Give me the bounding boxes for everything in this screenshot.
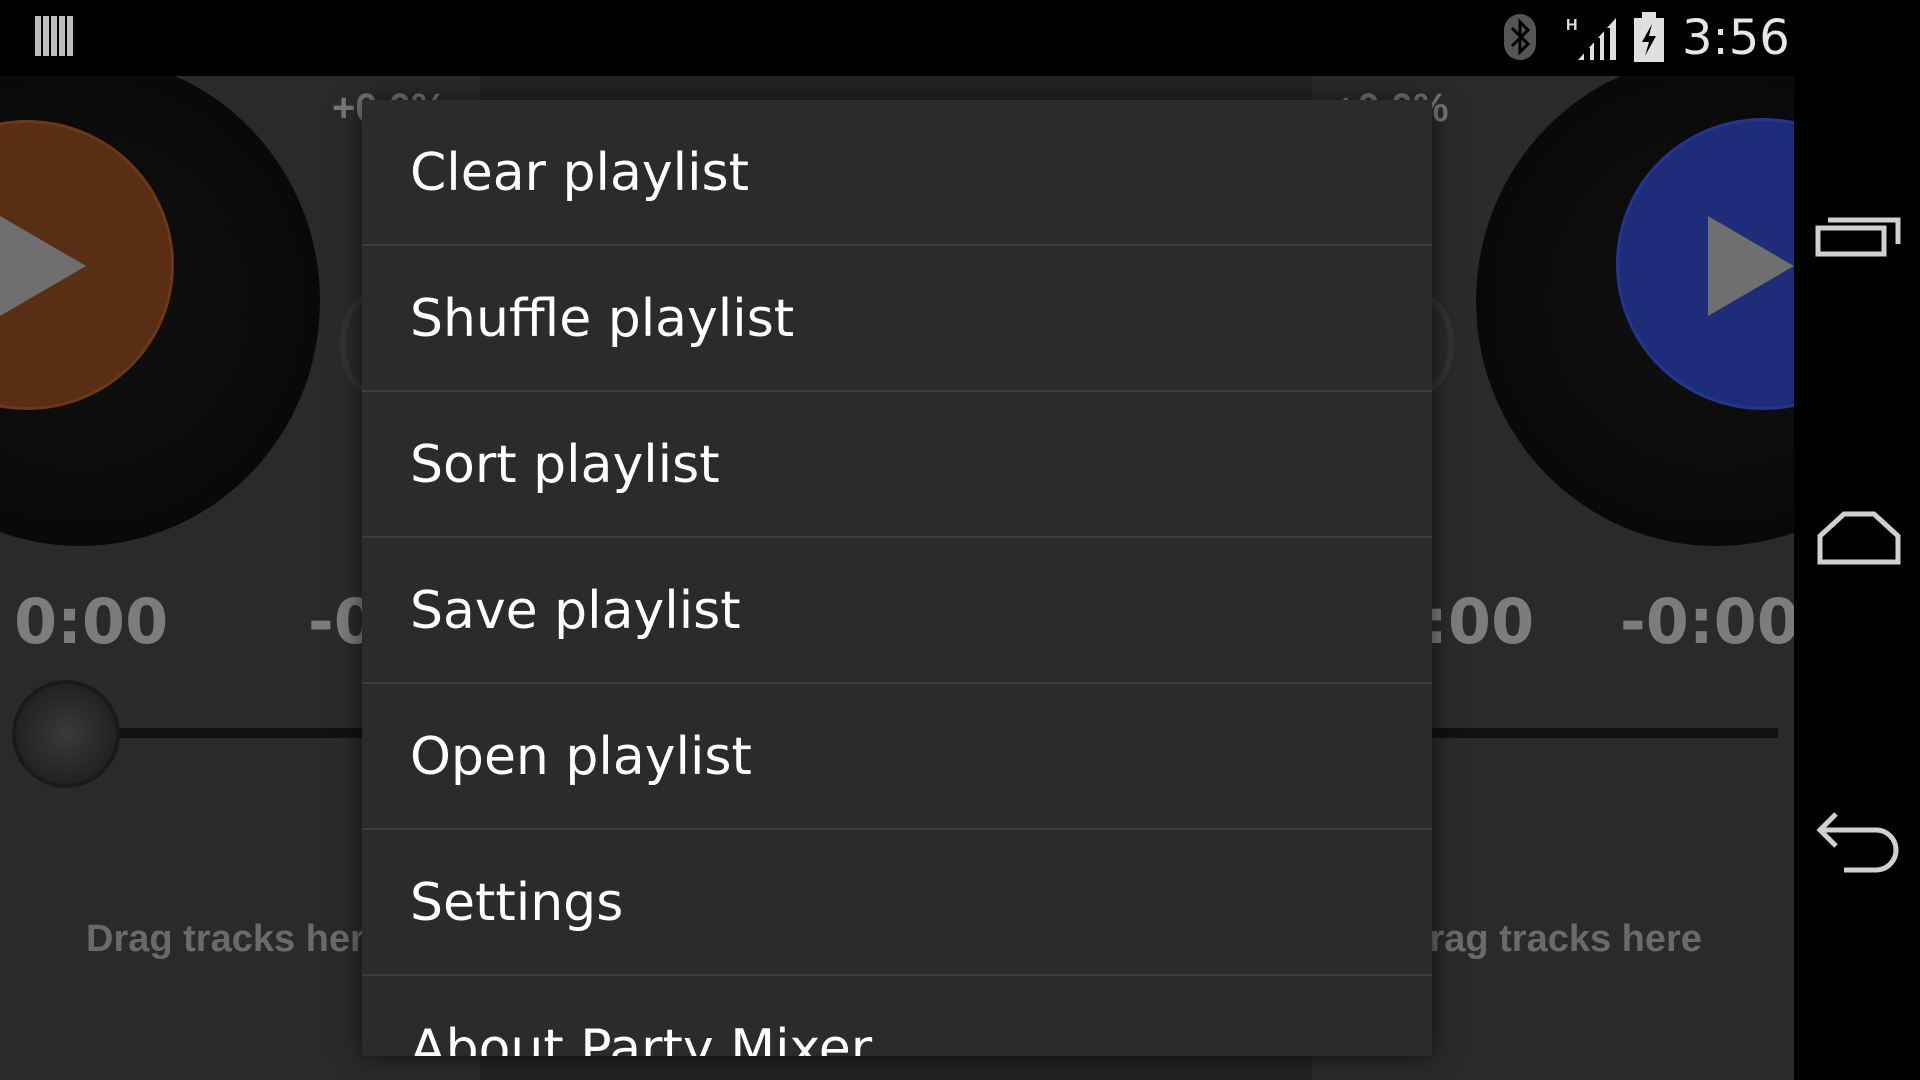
status-bar: H 3:56 <box>0 0 1920 76</box>
signal-strength-icon: H <box>1566 17 1616 60</box>
menu-item-sort-playlist[interactable]: Sort playlist <box>362 392 1432 538</box>
menu-item-label: Shuffle playlist <box>410 289 795 349</box>
deck-left-play-icon[interactable] <box>0 216 86 316</box>
recents-icon[interactable] <box>1814 206 1904 276</box>
deck-left-elapsed-time: 0:00 <box>14 585 169 658</box>
notification-barcode-icon <box>35 16 73 56</box>
overflow-menu: Clear playlist Shuffle playlist Sort pla… <box>362 100 1432 1056</box>
menu-item-shuffle-playlist[interactable]: Shuffle playlist <box>362 246 1432 392</box>
menu-item-settings[interactable]: Settings <box>362 830 1432 976</box>
menu-item-label: Save playlist <box>410 581 741 641</box>
deck-right-seek-track[interactable] <box>1424 728 1778 738</box>
bluetooth-icon <box>1504 14 1536 60</box>
deck-right-remaining-time: -0:00 <box>1620 585 1794 658</box>
menu-item-save-playlist[interactable]: Save playlist <box>362 538 1432 684</box>
menu-item-label: Open playlist <box>410 727 752 787</box>
menu-item-open-playlist[interactable]: Open playlist <box>362 684 1432 830</box>
navigation-bar <box>1794 76 1920 1080</box>
menu-item-label: Sort playlist <box>410 435 720 495</box>
battery-charging-icon <box>1634 12 1664 62</box>
menu-item-label: Clear playlist <box>410 143 749 203</box>
home-icon[interactable] <box>1814 504 1904 574</box>
deck-left-drag-hint: Drag tracks here <box>86 918 386 960</box>
deck-right-play-icon[interactable] <box>1708 216 1794 316</box>
menu-item-label: About Party Mixer <box>410 1019 873 1056</box>
menu-item-label: Settings <box>410 873 624 933</box>
clock-time: 3:56 <box>1682 10 1790 66</box>
back-icon[interactable] <box>1814 804 1904 874</box>
menu-item-clear-playlist[interactable]: Clear playlist <box>362 100 1432 246</box>
menu-item-about-party-mixer[interactable]: About Party Mixer <box>362 976 1432 1056</box>
network-type-label: H <box>1566 17 1578 34</box>
deck-left-seek-thumb[interactable] <box>12 680 120 788</box>
deck-right-drag-hint: Drag tracks here <box>1402 918 1702 960</box>
